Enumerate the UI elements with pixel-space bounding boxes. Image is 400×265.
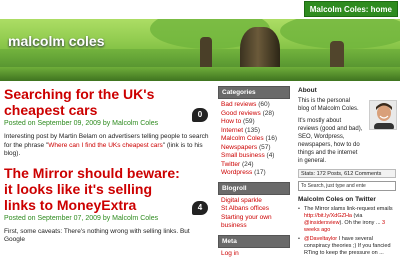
- category-item[interactable]: Bad reviews (60): [221, 101, 287, 110]
- category-item[interactable]: Small business (4): [221, 152, 287, 161]
- post-link[interactable]: Where can I find the UKs cheapest cars: [48, 142, 163, 149]
- category-item[interactable]: Twitter (24): [221, 161, 287, 170]
- comment-count-badge[interactable]: 4: [192, 200, 208, 215]
- blogroll-item[interactable]: Digital sparkle: [221, 197, 287, 206]
- blogroll-heading: Blogroll: [218, 181, 290, 195]
- meta-heading: Meta: [218, 234, 290, 248]
- blogroll-item[interactable]: Starting your own business: [221, 214, 287, 231]
- category-item[interactable]: Good reviews (28): [221, 110, 287, 119]
- post-meta: Posted on September 09, 2009 by Malcolm …: [4, 120, 159, 127]
- post-excerpt: Interesting post by Martin Belam on adve…: [4, 133, 212, 159]
- stats-bar: Stats: 172 Posts, 612 Comments: [298, 169, 396, 178]
- blogroll-item[interactable]: St Albans offices: [221, 205, 287, 214]
- tweet-user-link[interactable]: @Daveltaylor: [304, 236, 337, 242]
- post: Searching for the UK's cheapest cars 0 P…: [4, 86, 212, 159]
- post-excerpt: First, some caveats: There's nothing wro…: [4, 227, 190, 244]
- blogroll-list: Digital sparkle St Albans offices Starti…: [218, 195, 290, 233]
- top-bar: Malcolm Coles: home: [0, 0, 400, 19]
- about-text: It's mostly about reviews (good and bad)…: [298, 118, 363, 164]
- categories-list: Bad reviews (60) Good reviews (28) How t…: [218, 99, 290, 180]
- banner-grass: [0, 67, 400, 81]
- home-link[interactable]: Malcolm Coles: home: [303, 1, 398, 17]
- site-title[interactable]: malcolm coles: [8, 33, 105, 49]
- sidebar-categories: Categories Bad reviews (60) Good reviews…: [218, 86, 290, 265]
- tweet-link[interactable]: http://bit.ly/XdGZHa: [304, 213, 352, 219]
- avatar: [369, 100, 397, 130]
- meta-item[interactable]: Log in: [221, 250, 287, 259]
- tweet-item: The Mirror slams link-request emails htt…: [298, 206, 398, 234]
- post-title[interactable]: The Mirror should beware: it looks like …: [4, 165, 182, 213]
- tweet-item: @Daveltaylor I have several conspiracy t…: [298, 236, 398, 257]
- comment-count-badge[interactable]: 0: [192, 108, 208, 122]
- main-content: Searching for the UK's cheapest cars 0 P…: [4, 86, 212, 245]
- categories-heading: Categories: [218, 86, 290, 99]
- category-item[interactable]: Wordpress (17): [221, 169, 287, 178]
- tweet-list: The Mirror slams link-request emails htt…: [298, 206, 398, 257]
- sidebar-about: About This is the personal blog of Malco…: [295, 86, 400, 259]
- search-input[interactable]: To Search, just type and ente: [298, 181, 396, 191]
- post: The Mirror should beware: it looks like …: [4, 165, 212, 245]
- twitter-heading: Malcolm Coles on Twitter: [298, 196, 376, 203]
- header-banner: malcolm coles: [0, 19, 400, 81]
- category-item[interactable]: Malcolm Coles (16): [221, 135, 287, 144]
- about-heading: About: [298, 87, 317, 94]
- category-item[interactable]: Internet (135): [221, 127, 287, 136]
- post-title[interactable]: Searching for the UK's cheapest cars: [4, 86, 182, 118]
- meta-list: Log in: [218, 248, 290, 261]
- tweet-user-link[interactable]: @insidersview: [304, 220, 340, 226]
- post-meta: Posted on September 07, 2009 by Malcolm …: [4, 214, 159, 222]
- about-text: This is the personal blog of Malcolm Col…: [298, 98, 359, 112]
- category-item[interactable]: How to (59): [221, 118, 287, 127]
- category-item[interactable]: Newspapers (57): [221, 144, 287, 153]
- avatar-portrait-icon: [370, 101, 396, 129]
